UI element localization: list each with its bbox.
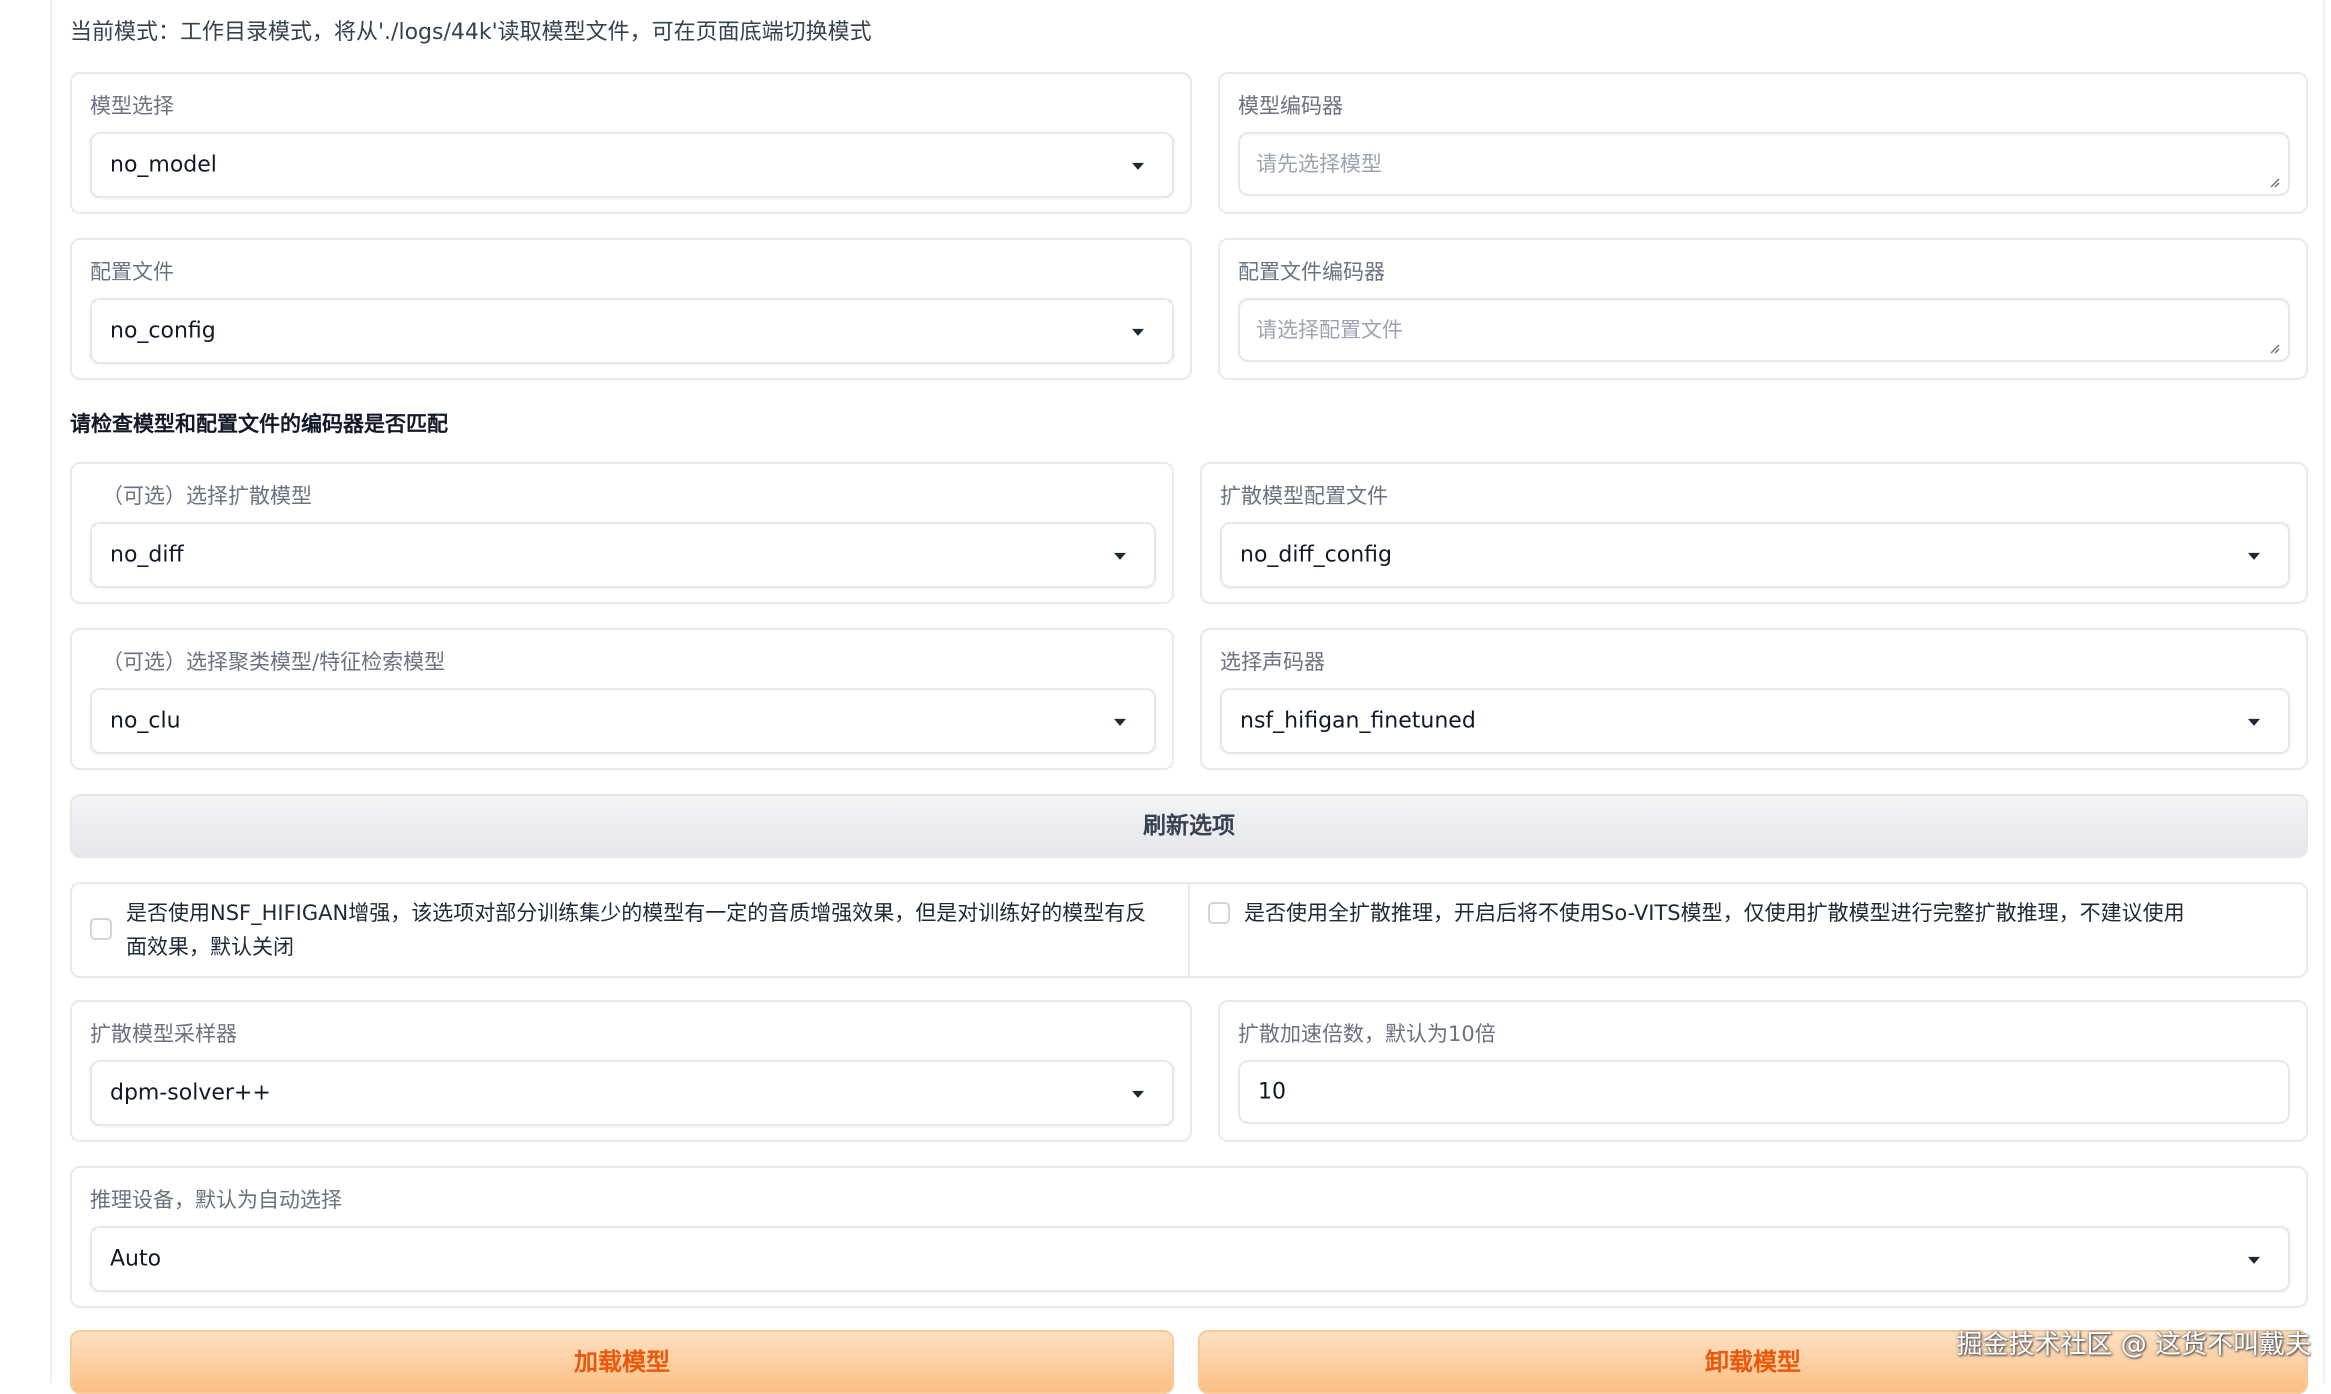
diff-config-dropdown[interactable]: no_diff_config	[1220, 522, 2290, 588]
resize-grip-icon[interactable]	[2268, 176, 2280, 188]
refresh-options-button[interactable]: 刷新选项	[70, 794, 2308, 858]
diff-speedup-value: 10	[1258, 1079, 1286, 1105]
dropdown-arrow-icon	[1132, 162, 1144, 170]
config-select-panel: 配置文件 no_config	[70, 238, 1192, 380]
diff-speedup-panel: 扩散加速倍数，默认为10倍 10	[1218, 1000, 2308, 1142]
cluster-model-value: no_clu	[110, 708, 181, 734]
model-select-panel: 模型选择 no_model	[70, 72, 1192, 214]
config-select-label: 配置文件	[90, 260, 174, 284]
device-label: 推理设备，默认为自动选择	[90, 1188, 342, 1212]
diff-config-label: 扩散模型配置文件	[1220, 484, 1388, 508]
diff-config-panel: 扩散模型配置文件 no_diff_config	[1200, 462, 2308, 604]
config-encoder-panel: 配置文件编码器 请选择配置文件	[1218, 238, 2308, 380]
cluster-model-panel: （可选）选择聚类模型/特征检索模型 no_clu	[70, 628, 1174, 770]
diff-model-dropdown[interactable]: no_diff	[90, 522, 1156, 588]
encoder-check-heading: 请检查模型和配置文件的编码器是否匹配	[70, 412, 448, 436]
vocoder-dropdown[interactable]: nsf_hifigan_finetuned	[1220, 688, 2290, 754]
model-select-dropdown[interactable]: no_model	[90, 132, 1174, 198]
device-panel: 推理设备，默认为自动选择 Auto	[70, 1166, 2308, 1308]
nsf-enhance-checkbox[interactable]	[90, 918, 112, 940]
diff-model-value: no_diff	[110, 542, 184, 568]
resize-grip-icon[interactable]	[2268, 342, 2280, 354]
config-encoder-placeholder: 请选择配置文件	[1256, 318, 1403, 342]
dropdown-arrow-icon	[1114, 718, 1126, 726]
config-select-value: no_config	[110, 318, 216, 344]
diff-config-value: no_diff_config	[1240, 542, 1392, 568]
dropdown-arrow-icon	[1132, 328, 1144, 336]
diff-sampler-value: dpm-solver++	[110, 1080, 271, 1106]
dropdown-arrow-icon	[2248, 718, 2260, 726]
nsf-enhance-panel: 是否使用NSF_HIFIGAN增强，该选项对部分训练集少的模型有一定的音质增强效…	[70, 882, 1190, 978]
full-diffusion-checkbox[interactable]	[1208, 902, 1230, 924]
model-encoder-placeholder: 请先选择模型	[1256, 152, 1382, 176]
diff-model-panel: （可选）选择扩散模型 no_diff	[70, 462, 1174, 604]
model-encoder-label: 模型编码器	[1238, 94, 1343, 118]
dropdown-arrow-icon	[1114, 552, 1126, 560]
full-diffusion-panel: 是否使用全扩散推理，开启后将不使用So-VITS模型，仅使用扩散模型进行完整扩散…	[1188, 882, 2308, 978]
model-encoder-panel: 模型编码器 请先选择模型	[1218, 72, 2308, 214]
model-encoder-textarea[interactable]: 请先选择模型	[1238, 132, 2290, 196]
vocoder-panel: 选择声码器 nsf_hifigan_finetuned	[1200, 628, 2308, 770]
dropdown-arrow-icon	[1132, 1090, 1144, 1098]
diff-sampler-label: 扩散模型采样器	[90, 1022, 237, 1046]
device-value: Auto	[110, 1246, 162, 1272]
dropdown-arrow-icon	[2248, 552, 2260, 560]
diff-model-label: （可选）选择扩散模型	[102, 484, 312, 508]
mode-info-text: 当前模式：工作目录模式，将从'./logs/44k'读取模型文件，可在页面底端切…	[70, 20, 872, 45]
full-diffusion-text: 是否使用全扩散推理，开启后将不使用So-VITS模型，仅使用扩散模型进行完整扩散…	[1244, 901, 2185, 925]
cluster-model-label: （可选）选择聚类模型/特征检索模型	[102, 650, 446, 674]
vocoder-label: 选择声码器	[1220, 650, 1325, 674]
diff-speedup-label: 扩散加速倍数，默认为10倍	[1238, 1022, 1496, 1046]
diff-speedup-input[interactable]: 10	[1238, 1060, 2290, 1124]
device-dropdown[interactable]: Auto	[90, 1226, 2290, 1292]
model-select-label: 模型选择	[90, 94, 174, 118]
diff-sampler-dropdown[interactable]: dpm-solver++	[90, 1060, 1174, 1126]
dropdown-arrow-icon	[2248, 1256, 2260, 1264]
diff-sampler-panel: 扩散模型采样器 dpm-solver++	[70, 1000, 1192, 1142]
watermark-text: 掘金技术社区 @ 这货不叫戴夫	[1956, 1330, 2311, 1360]
nsf-enhance-text: 是否使用NSF_HIFIGAN增强，该选项对部分训练集少的模型有一定的音质增强效…	[126, 901, 1147, 959]
config-select-dropdown[interactable]: no_config	[90, 298, 1174, 364]
config-encoder-textarea[interactable]: 请选择配置文件	[1238, 298, 2290, 362]
load-model-button[interactable]: 加载模型	[70, 1330, 1174, 1394]
vocoder-value: nsf_hifigan_finetuned	[1240, 708, 1476, 734]
model-select-value: no_model	[110, 152, 217, 178]
config-encoder-label: 配置文件编码器	[1238, 260, 1385, 284]
cluster-model-dropdown[interactable]: no_clu	[90, 688, 1156, 754]
